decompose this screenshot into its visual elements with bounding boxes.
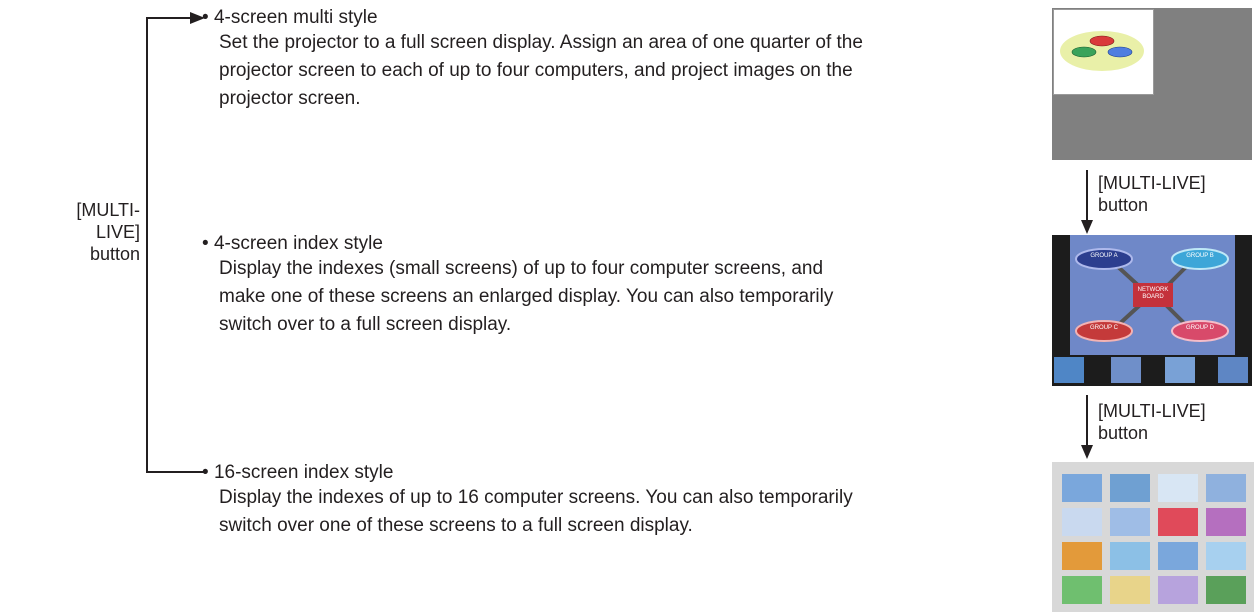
grid-thumb bbox=[1110, 542, 1150, 570]
screen-16-index-preview bbox=[1052, 462, 1254, 612]
grid-thumb bbox=[1206, 542, 1246, 570]
side-label-line1: [MULTI-LIVE] bbox=[76, 200, 140, 242]
grid-thumb bbox=[1206, 576, 1246, 604]
grid-thumb bbox=[1158, 508, 1198, 536]
group-d-label: GROUP D bbox=[1186, 325, 1214, 331]
side-label: [MULTI-LIVE] button bbox=[36, 199, 140, 265]
grid-thumb bbox=[1110, 474, 1150, 502]
grid-thumb bbox=[1158, 542, 1198, 570]
network-board-label: NETWORK BOARD bbox=[1137, 287, 1169, 300]
grid-thumb bbox=[1158, 576, 1198, 604]
mini-network-diagram bbox=[1060, 31, 1144, 71]
grid-thumb bbox=[1110, 508, 1150, 536]
grid-thumb bbox=[1206, 474, 1246, 502]
index-thumb-4 bbox=[1218, 357, 1248, 383]
screen-4-index-preview: GROUP A GROUP B GROUP C GROUP D NETWORK B… bbox=[1052, 235, 1252, 386]
arrow-label-1: [MULTI-LIVE] button bbox=[1098, 173, 1206, 215]
screen-4-multi-preview bbox=[1052, 8, 1252, 160]
item-4-screen-index: • 4-screen index style Display the index… bbox=[202, 232, 1022, 339]
arrow-label-2: [MULTI-LIVE] button bbox=[1098, 401, 1206, 443]
grid-thumb bbox=[1062, 576, 1102, 604]
item-title: • 4-screen index style bbox=[202, 233, 383, 254]
item-desc: Display the indexes of up to 16 computer… bbox=[219, 487, 853, 536]
group-c-label: GROUP C bbox=[1090, 325, 1118, 331]
index-thumb-2 bbox=[1111, 357, 1141, 383]
grid-thumb bbox=[1062, 542, 1102, 570]
index-thumb-3 bbox=[1165, 357, 1195, 383]
group-a-label: GROUP A bbox=[1090, 253, 1118, 259]
grid-thumb bbox=[1062, 474, 1102, 502]
item-title: • 4-screen multi style bbox=[202, 7, 378, 28]
group-b-label: GROUP B bbox=[1186, 253, 1214, 259]
item-desc: Display the indexes (small screens) of u… bbox=[219, 258, 834, 335]
grid-thumb bbox=[1158, 474, 1198, 502]
item-desc: Set the projector to a full screen displ… bbox=[219, 32, 863, 109]
enlarged-display: GROUP A GROUP B GROUP C GROUP D NETWORK B… bbox=[1070, 235, 1235, 355]
item-4-screen-multi: • 4-screen multi style Set the projector… bbox=[202, 6, 1022, 113]
side-label-line2: button bbox=[89, 244, 140, 264]
item-title: • 16-screen index style bbox=[202, 462, 394, 483]
item-16-screen-index: • 16-screen index style Display the inde… bbox=[202, 461, 1022, 540]
grid-thumb bbox=[1062, 508, 1102, 536]
index-thumb-1 bbox=[1054, 357, 1084, 383]
index-grid bbox=[1062, 474, 1248, 604]
grid-thumb bbox=[1206, 508, 1246, 536]
grid-thumb bbox=[1110, 576, 1150, 604]
quarter-screen bbox=[1053, 9, 1154, 95]
